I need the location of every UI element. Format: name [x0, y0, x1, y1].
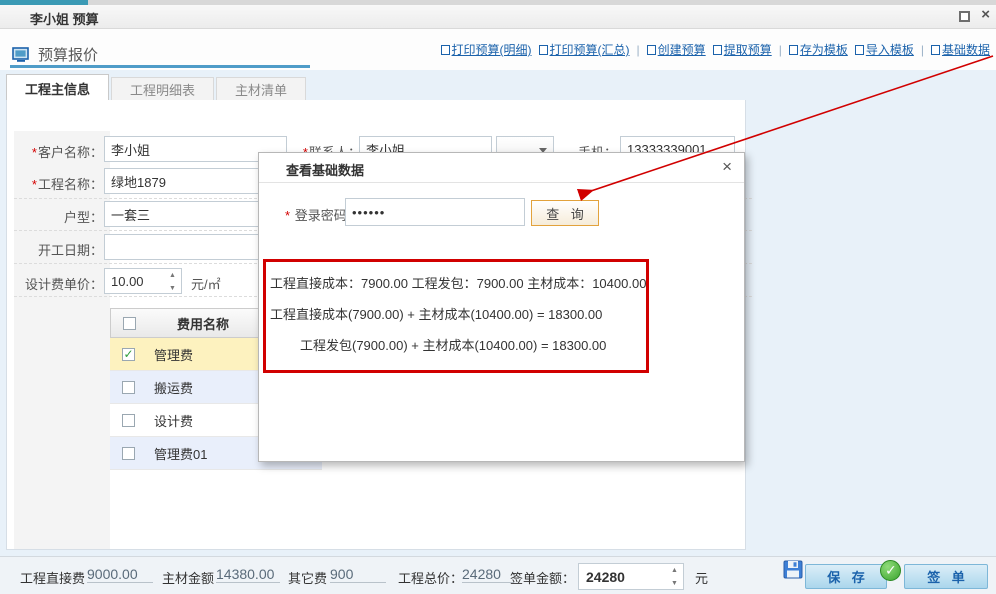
query-button[interactable]: 查 询 — [531, 200, 599, 226]
currency-unit: 元 — [695, 568, 708, 587]
save-floppy-icon — [783, 560, 803, 579]
direct-fee-value: 9000.00 — [87, 566, 153, 583]
link-import-template[interactable]: 导入模板 — [855, 41, 914, 58]
tab-main-material-list[interactable]: 主材清单 — [216, 77, 306, 101]
app-window: 李小姐 预算 × 预算报价 打印预算(明细) 打印预算(汇总) | 创建预算 提… — [0, 0, 996, 594]
direct-fee-label: 工程直接费 — [20, 568, 85, 587]
separator: | — [779, 43, 782, 57]
cost-formula-line: 工程直接成本(7900.00) + 主材成本(10400.00) = 18300… — [270, 299, 642, 330]
active-section-underline — [10, 65, 310, 68]
row-checkbox[interactable] — [122, 381, 135, 394]
project-name-label: *工程名称： — [19, 174, 103, 193]
cost-summary-line: 工程直接成本：7900.00 工程发包：7900.00 主材成本：10400.0… — [270, 268, 642, 299]
doc-icon — [647, 45, 656, 55]
doc-icon — [539, 45, 548, 55]
window-title: 李小姐 预算 — [30, 9, 99, 28]
login-password-input[interactable] — [345, 198, 525, 226]
other-fee-label: 其它费 — [288, 568, 327, 587]
column-header-fee-name: 费用名称 — [147, 314, 259, 333]
stepper-icon[interactable]: ▲▼ — [669, 567, 680, 587]
page-title: 预算报价 — [38, 44, 98, 65]
row-checkbox[interactable] — [122, 348, 135, 361]
maximize-icon[interactable] — [959, 11, 970, 22]
link-extract-budget[interactable]: 提取预算 — [713, 41, 772, 58]
footer-bar: 工程直接费 9000.00 主材金额 14380.00 其它费 900 工程总价… — [0, 556, 996, 594]
customer-name-label: *客户名称： — [19, 142, 103, 161]
dialog-title: 查看基础数据 — [286, 160, 364, 179]
total-price-value: 24280 — [462, 566, 514, 583]
doc-icon — [789, 45, 798, 55]
material-amount-label: 主材金额 — [162, 568, 214, 587]
link-create-budget[interactable]: 创建预算 — [647, 41, 706, 58]
sign-amount-input[interactable]: 24280 ▲▼ — [578, 563, 684, 590]
doc-icon — [931, 45, 940, 55]
label-gutter — [14, 131, 110, 549]
tab-project-main-info[interactable]: 工程主信息 — [6, 74, 109, 101]
close-icon[interactable]: × — [981, 6, 990, 23]
other-fee-value: 900 — [330, 566, 386, 583]
design-fee-label: 设计费单价： — [19, 274, 103, 293]
select-all-checkbox[interactable] — [123, 317, 136, 330]
link-save-as-template[interactable]: 存为模板 — [789, 41, 848, 58]
start-date-label: 开工日期： — [19, 240, 103, 259]
link-base-data[interactable]: 基础数据 — [931, 41, 990, 58]
cost-summary-box: 工程直接成本：7900.00 工程发包：7900.00 主材成本：10400.0… — [263, 259, 649, 373]
row-checkbox[interactable] — [122, 447, 135, 460]
house-type-label: 户型： — [19, 207, 103, 226]
doc-icon — [441, 45, 450, 55]
save-button[interactable]: 保 存 — [805, 564, 887, 589]
row-checkbox[interactable] — [122, 414, 135, 427]
cost-formula-line: 工程发包(7900.00) + 主材成本(10400.00) = 18300.0… — [270, 330, 642, 361]
toolbar-links: 打印预算(明细) 打印预算(汇总) | 创建预算 提取预算 | 存为模板 导入模… — [441, 41, 990, 58]
stepper-icon[interactable]: ▲▼ — [167, 272, 178, 292]
design-fee-input[interactable]: 10.00▲▼ — [104, 268, 182, 294]
dialog-close-icon[interactable]: × — [722, 157, 732, 177]
sign-check-icon — [880, 560, 901, 581]
dialog-header: 查看基础数据 × — [259, 153, 744, 183]
link-print-budget-summary[interactable]: 打印预算(汇总) — [539, 41, 630, 58]
sign-button[interactable]: 签 单 — [904, 564, 988, 589]
material-amount-value: 14380.00 — [216, 566, 280, 583]
link-print-budget-detail[interactable]: 打印预算(明细) — [441, 41, 532, 58]
separator: | — [637, 43, 640, 57]
doc-icon — [713, 45, 722, 55]
sign-amount-label: 签单金额： — [510, 568, 575, 587]
tab-bar: 工程主信息 工程明细表 主材清单 — [6, 74, 308, 101]
total-price-label: 工程总价： — [398, 568, 463, 587]
tab-project-detail[interactable]: 工程明细表 — [111, 77, 214, 101]
doc-icon — [855, 45, 864, 55]
navbar: 预算报价 打印预算(明细) 打印预算(汇总) | 创建预算 提取预算 | 存为模… — [0, 29, 996, 70]
login-password-label: * * 登录密码登录密码 — [285, 205, 347, 224]
design-fee-unit: 元/㎡ — [191, 274, 221, 293]
titlebar: 李小姐 预算 × — [0, 5, 996, 29]
separator: | — [921, 43, 924, 57]
base-data-dialog: 查看基础数据 × * * 登录密码登录密码 查 询 工程直接成本：7900.00… — [258, 152, 745, 462]
monitor-icon — [12, 47, 30, 63]
